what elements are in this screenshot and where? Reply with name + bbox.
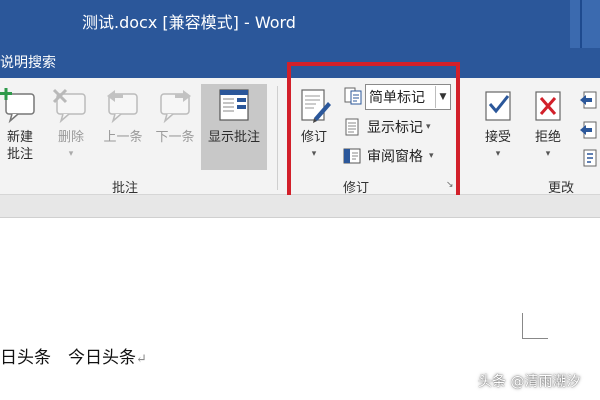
group-divider xyxy=(277,86,278,190)
delete-label: 删除 xyxy=(57,130,84,145)
previous-comment-icon xyxy=(107,90,138,124)
show-comments-button[interactable]: 显示批注 xyxy=(201,88,267,146)
reject-button[interactable]: 拒绝 ▾ xyxy=(528,88,568,163)
window-title: 测试.docx [兼容模式] - Word xyxy=(82,13,296,32)
next-change-icon[interactable] xyxy=(578,120,598,140)
new-comment-label: 新建 批注 xyxy=(6,130,33,162)
watermark: 头条 @清雨潮汐 xyxy=(478,374,581,390)
show-comments-icon xyxy=(219,89,249,121)
reject-icon xyxy=(535,91,561,121)
changes-group-label: 更改 xyxy=(548,181,575,196)
reviewing-next-icon[interactable] xyxy=(578,148,598,168)
show-comments-label: 显示批注 xyxy=(207,130,260,145)
accept-label: 接受 xyxy=(484,130,511,145)
new-comment-button[interactable]: 新建 批注 xyxy=(0,88,40,163)
accept-icon xyxy=(485,91,511,121)
reject-label: 拒绝 xyxy=(534,130,561,145)
page-margin-corner xyxy=(522,313,548,339)
document-text-line[interactable]: 日头条 今日头条↵ xyxy=(0,343,147,368)
delete-comment-icon xyxy=(52,88,86,124)
new-comment-icon xyxy=(0,88,35,124)
next-label: 下一条 xyxy=(155,130,195,145)
reject-dropdown-icon: ▾ xyxy=(545,149,551,159)
window-control[interactable] xyxy=(570,0,600,48)
previous-change-icon[interactable] xyxy=(578,90,598,110)
comments-group-label: 批注 xyxy=(112,181,139,196)
delete-dropdown-icon: ▾ xyxy=(68,149,74,159)
next-comment-button[interactable]: 下一条 xyxy=(150,88,200,146)
tell-me-search[interactable]: 说明搜索 xyxy=(0,52,56,72)
next-comment-icon xyxy=(160,90,191,124)
ruler-gap xyxy=(0,195,600,218)
document-text: 日头条 今日头条 xyxy=(0,348,136,368)
previous-label: 上一条 xyxy=(103,130,143,145)
tracking-highlight-box xyxy=(287,62,460,201)
previous-comment-button[interactable]: 上一条 xyxy=(98,88,148,146)
paragraph-mark: ↵ xyxy=(136,352,147,367)
delete-comment-button[interactable]: 删除 ▾ xyxy=(48,88,94,163)
accept-dropdown-icon: ▾ xyxy=(495,149,501,159)
accept-button[interactable]: 接受 ▾ xyxy=(478,88,518,163)
title-bar: 测试.docx [兼容模式] - Word xyxy=(0,0,600,48)
